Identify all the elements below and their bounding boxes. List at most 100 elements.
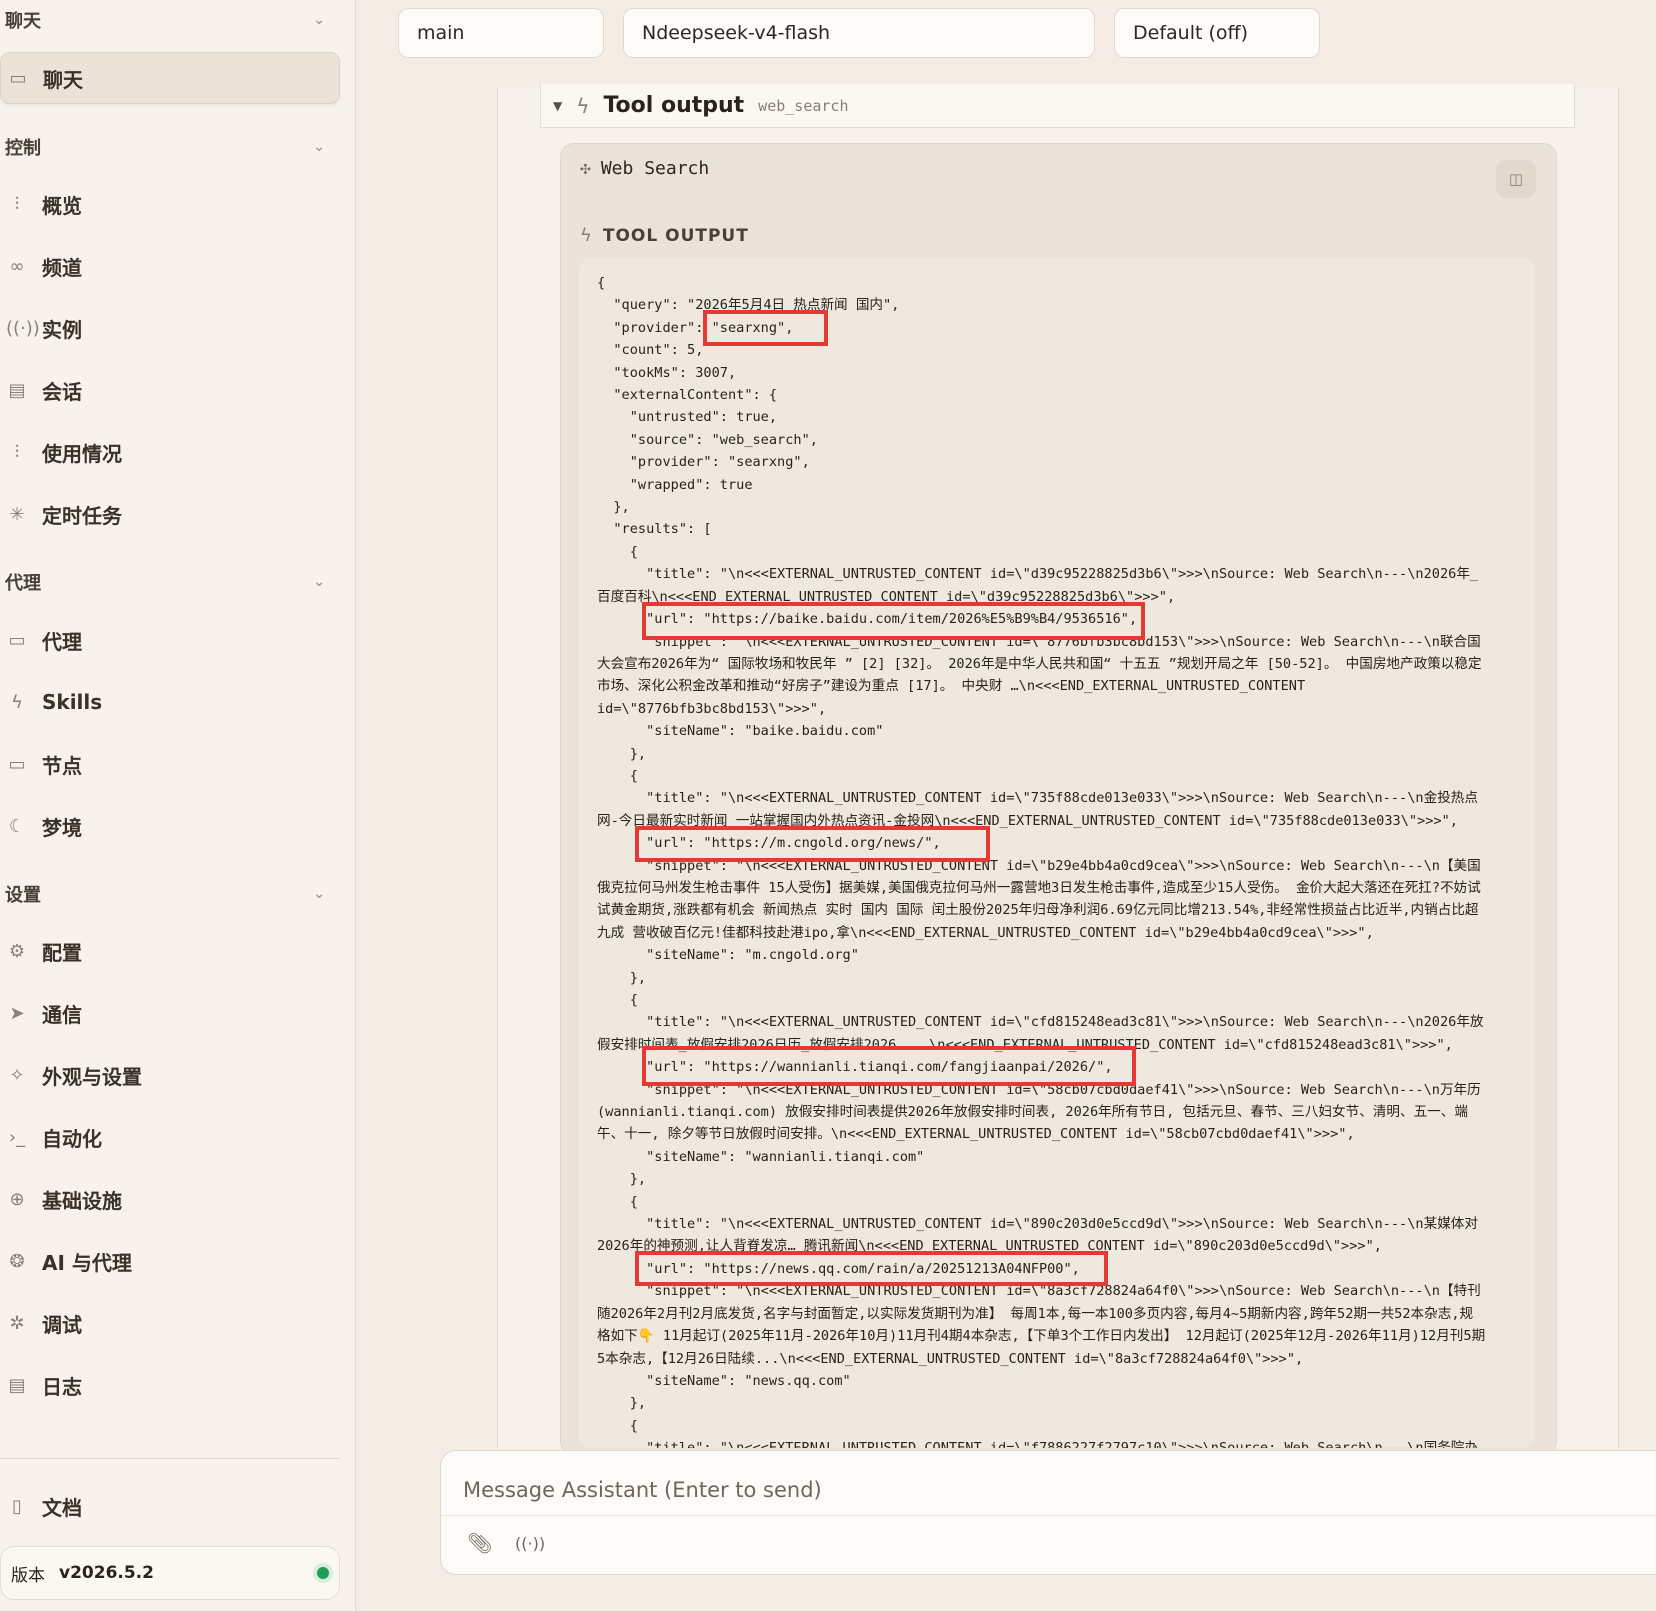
tool-output-title: Tool output — [603, 93, 745, 118]
section-header-chat[interactable]: 聊天 ⌄ — [5, 6, 325, 34]
tool-output-code: { "query": "2026年5月4日 热点新闻 国内", "provide… — [579, 258, 1535, 1448]
status-dot — [317, 1567, 329, 1579]
sidebar-item-usage[interactable]: ⫶ 使用情况 — [0, 426, 340, 478]
section-header-control[interactable]: 控制 ⌄ — [5, 133, 325, 161]
chevron-down-icon: ⌄ — [313, 574, 325, 590]
tool-output-label-text: TOOL OUTPUT — [602, 225, 749, 246]
code-line: 大会宣布2026年为“ 国际牧场和牧民年 ” [2] [32]。 2026年是中… — [597, 655, 1482, 672]
code-line: "url": "https://news.qq.com/rain/a/20251… — [597, 1260, 1080, 1277]
tool-output-header[interactable]: ▼ ϟ Tool output web_search — [540, 84, 1575, 128]
sidebar-item-automation[interactable]: ›_ 自动化 — [0, 1111, 340, 1163]
code-line: 网-今日最新实时新闻 一站掌握国内外热点资讯-金投网\n<<<END_EXTER… — [597, 812, 1458, 829]
code-line: "title": "\n<<<EXTERNAL_UNTRUSTED_CONTEN… — [597, 790, 1478, 807]
sidebar-item-cron[interactable]: ✳ 定时任务 — [0, 488, 340, 540]
sidebar-item-infrastructure[interactable]: ⊕ 基础设施 — [0, 1173, 340, 1225]
code-line: "untrusted": true, — [597, 409, 778, 426]
code-line: "snippet": "\n<<<EXTERNAL_UNTRUSTED_CONT… — [597, 633, 1481, 650]
sidebar-item-label: 自动化 — [42, 1126, 102, 1151]
bar-chart-icon: ⫶ — [14, 193, 20, 215]
sidebar-item-debug[interactable]: ✲ 调试 — [0, 1297, 340, 1349]
code-line: "snippet": "\n<<<EXTERNAL_UNTRUSTED_CONT… — [597, 857, 1481, 874]
code-line: "query": "2026年5月4日 热点新闻 国内", — [597, 297, 900, 314]
section-header-agent[interactable]: 代理 ⌄ — [5, 568, 325, 596]
sidebar-item-overview[interactable]: ⫶ 概览 — [0, 178, 340, 230]
thinking-selector[interactable]: Default (off) — [1114, 8, 1320, 58]
version-value: v2026.5.2 — [59, 1563, 154, 1583]
sidebar-item-chat[interactable]: ▭ 聊天 — [0, 52, 340, 104]
collapse-panel-button[interactable]: ◫ — [1496, 160, 1536, 198]
sidebar-item-dreams[interactable]: ☾ 梦境 — [0, 800, 340, 852]
sidebar-item-skills[interactable]: ϟ Skills — [0, 676, 340, 728]
code-line: (wannianli.tianqi.com) 放假安排时间表提供2026年放假安… — [597, 1104, 1468, 1121]
disclosure-triangle-icon[interactable]: ▼ — [553, 99, 562, 113]
folder-icon: ▭ — [8, 629, 26, 651]
moon-icon: ☾ — [8, 815, 26, 837]
section-title: 聊天 — [5, 11, 41, 32]
code-line: 随2026年2月刊2月底发货,名字与封面暂定,以实际发货期刊为准】 每周1本,每… — [597, 1305, 1474, 1322]
monitor-icon: ▭ — [8, 753, 26, 775]
model-selector-value: Ndeepseek-v4-flash — [642, 22, 831, 44]
sidebar-item-sessions[interactable]: ▤ 会话 — [0, 364, 340, 416]
sidebar-item-label: 使用情况 — [42, 441, 122, 466]
sidebar-item-label: 基础设施 — [42, 1188, 122, 1213]
loader-icon: ✳ — [9, 503, 25, 525]
document-icon: ▤ — [8, 379, 26, 401]
code-line: 5本杂志,【12月26日陆续...\n<<<END_EXTERNAL_UNTRU… — [597, 1350, 1304, 1367]
chevron-down-icon: ⌄ — [313, 886, 325, 902]
bolt-icon: ϟ — [580, 225, 593, 246]
code-line: }, — [597, 745, 647, 762]
paperclip-icon[interactable]: 📎︎ — [467, 1531, 492, 1555]
gear-icon: ⚙ — [8, 940, 26, 962]
code-line: }, — [597, 1395, 647, 1412]
tool-output-label: ϟ TOOL OUTPUT — [580, 225, 749, 246]
agent-selector-value: main — [417, 22, 465, 44]
sidebar-item-appearance[interactable]: ✧ 外观与设置 — [0, 1049, 340, 1101]
code-line: "title": "\n<<<EXTERNAL_UNTRUSTED_CONTEN… — [597, 1014, 1484, 1031]
code-line: "snippet": "\n<<<EXTERNAL_UNTRUSTED_CONT… — [597, 1283, 1481, 1300]
bug-icon: ✲ — [9, 1312, 25, 1334]
code-line: "siteName": "wannianli.tianqi.com" — [597, 1148, 925, 1165]
code-line: id=\"8776bfb3bc8bd153\">>>", — [597, 700, 827, 717]
code-line: "provider": "searxng", — [597, 454, 810, 471]
code-line: { — [597, 1417, 638, 1434]
sidebar-item-instances[interactable]: ((·)) 实例 — [0, 302, 340, 354]
thinking-selector-value: Default (off) — [1133, 22, 1249, 44]
code-line: "count": 5, — [597, 342, 704, 359]
agent-selector[interactable]: main — [398, 8, 604, 58]
sidebar: 聊天 ⌄ ▭ 聊天 控制 ⌄ ⫶ 概览 ∞ 频道 ((·)) 实例 ▤ 会话 ⫶… — [0, 0, 356, 1611]
link-icon: ∞ — [9, 255, 25, 277]
bar-chart-icon: ⫶ — [14, 441, 20, 463]
message-input[interactable] — [461, 1469, 1645, 1511]
code-line: "wrapped": true — [597, 476, 753, 493]
sidebar-item-label: 定时任务 — [42, 503, 122, 528]
sidebar-item-nodes[interactable]: ▭ 节点 — [0, 738, 340, 790]
code-block: { "query": "2026年5月4日 热点新闻 国内", "provide… — [579, 258, 1535, 1448]
web-search-title: ✣ Web Search — [580, 158, 709, 179]
send-icon: ➤ — [9, 1002, 25, 1024]
sidebar-item-channels[interactable]: ∞ 频道 — [0, 240, 340, 292]
scroll-icon: ▤ — [8, 1374, 26, 1396]
section-header-settings[interactable]: 设置 ⌄ — [5, 880, 325, 908]
sidebar-item-logs[interactable]: ▤ 日志 — [0, 1359, 340, 1411]
sidebar-item-label: 日志 — [42, 1374, 82, 1399]
code-line: 九成 营收破百亿元!佳都科技赴港ipo,拿\n<<<END_EXTERNAL_U… — [597, 924, 1374, 941]
code-line: "url": "https://wannianli.tianqi.com/fan… — [597, 1059, 1113, 1076]
code-line: "siteName": "baike.baidu.com" — [597, 723, 884, 740]
sidebar-item-config[interactable]: ⚙ 配置 — [0, 925, 340, 977]
code-line: 假安排时间表_放假安排2026日历_放假安排2026 ...\n<<<END_E… — [597, 1036, 1453, 1053]
sidebar-item-communication[interactable]: ➤ 通信 — [0, 987, 340, 1039]
sidebar-item-ai-agents[interactable]: ❂ AI 与代理 — [0, 1235, 340, 1287]
code-line: "source": "web_search", — [597, 431, 818, 448]
sidebar-item-docs[interactable]: ▯ 文档 — [0, 1480, 340, 1532]
model-selector[interactable]: Ndeepseek-v4-flash — [623, 8, 1095, 58]
sidebar-item-agents[interactable]: ▭ 代理 — [0, 614, 340, 666]
sidebar-item-label: 节点 — [42, 753, 82, 778]
card-title-text: Web Search — [600, 158, 710, 179]
radio-waves-icon[interactable]: ((·)) — [515, 1534, 545, 1553]
code-line: "title": "\n<<<EXTERNAL_UNTRUSTED_CONTEN… — [597, 1216, 1478, 1233]
sidebar-item-label: 外观与设置 — [42, 1064, 142, 1089]
section-title: 设置 — [5, 885, 41, 906]
message-composer: 📎︎ ((·)) — [440, 1450, 1656, 1575]
code-line: "url": "https://m.cngold.org/news/", — [597, 835, 941, 852]
sidebar-item-label: 聊天 — [43, 67, 83, 92]
